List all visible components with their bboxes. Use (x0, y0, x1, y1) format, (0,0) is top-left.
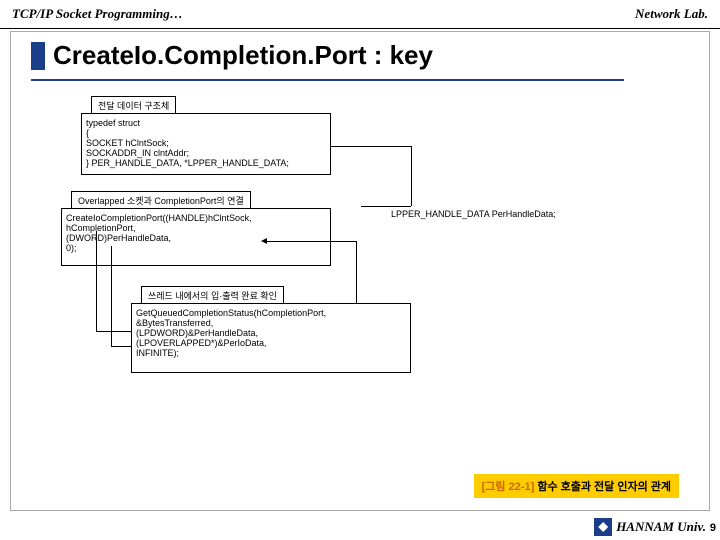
page-title: CreateIo.Completion.Port : key (53, 40, 433, 71)
create-body: CreateIoCompletionPort((HANDLE)hClntSock… (61, 208, 331, 266)
connector-line-1 (331, 146, 411, 147)
connector-line-4 (266, 241, 356, 242)
connector-line-8 (111, 246, 112, 346)
struct-body: typedef struct { SOCKET hClntSock; SOCKA… (81, 113, 331, 175)
create-line4: 0); (66, 243, 326, 253)
footer-text: HANNAM Univ. (616, 519, 706, 535)
connector-line-9 (111, 346, 131, 347)
caption-text: 함수 호출과 전달 인자의 관계 (534, 481, 671, 493)
logo-shape (598, 522, 608, 532)
footer: HANNAM Univ. (594, 518, 706, 536)
struct-line2: { (86, 128, 326, 138)
struct-line1: typedef struct (86, 118, 326, 128)
arrow-left-1 (261, 238, 267, 244)
content-frame: CreateIo.Completion.Port : key 전달 데이터 구조… (10, 31, 710, 511)
struct-line5: } PER_HANDLE_DATA, *LPPER_HANDLE_DATA; (86, 158, 326, 168)
figure-caption: [그림 22-1] 함수 호출과 전달 인자의 관계 (474, 474, 679, 498)
connector-line-3 (361, 206, 411, 207)
connector-line-7 (96, 331, 131, 332)
thread-line1: GetQueuedCompletionStatus(hCompletionPor… (136, 308, 406, 318)
title-underline (31, 79, 624, 81)
thread-line2: &BytesTransferred, (136, 318, 406, 328)
connector-line-6 (96, 231, 97, 331)
title-marker (31, 42, 45, 70)
connector-line-2 (411, 146, 412, 206)
pointer-label: LPPER_HANDLE_DATA PerHandleData; (391, 209, 556, 219)
struct-line3: SOCKET hClntSock; (86, 138, 326, 148)
thread-line4: (LPOVERLAPPED*)&PerIoData, (136, 338, 406, 348)
thread-line3: (LPDWORD)&PerHandleData, (136, 328, 406, 338)
caption-prefix: [그림 22-1] (482, 481, 535, 493)
header-left: TCP/IP Socket Programming… (12, 6, 183, 22)
struct-line4: SOCKADDR_IN clntAddr; (86, 148, 326, 158)
university-logo (594, 518, 612, 536)
create-line1: CreateIoCompletionPort((HANDLE)hClntSock… (66, 213, 326, 223)
title-bar: CreateIo.Completion.Port : key (11, 32, 709, 79)
diagram-area: 전달 데이터 구조체 typedef struct { SOCKET hClnt… (11, 91, 709, 451)
thread-line5: INFINITE); (136, 348, 406, 358)
header-right: Network Lab. (635, 6, 708, 22)
header: TCP/IP Socket Programming… Network Lab. (0, 0, 720, 29)
page-number: 9 (710, 522, 716, 534)
create-line2: hCompletionPort, (66, 223, 326, 233)
thread-body: GetQueuedCompletionStatus(hCompletionPor… (131, 303, 411, 373)
